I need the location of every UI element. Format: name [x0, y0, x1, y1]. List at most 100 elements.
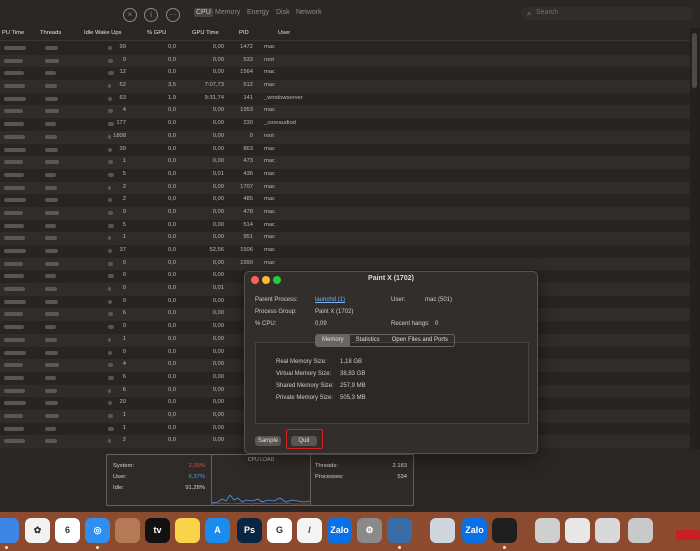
table-row[interactable]: 5 0,0 0,01 436 mac — [0, 168, 690, 182]
preview-app-icon[interactable] — [430, 518, 455, 543]
notes-app-icon[interactable] — [175, 518, 200, 543]
idle-wake-ups-cell: 4 — [122, 361, 126, 368]
redacted-cell — [108, 185, 111, 190]
scrollbar-thumb[interactable] — [692, 33, 697, 88]
header-threads[interactable]: Threads — [40, 30, 61, 36]
pid-cell: 473 — [243, 158, 253, 165]
table-row[interactable]: 1 0,0 0,00 951 mac — [0, 232, 690, 245]
redacted-cell — [45, 312, 59, 317]
info-icon[interactable]: i — [144, 8, 158, 22]
header-cpu-time[interactable]: PU Time — [2, 30, 24, 36]
cpu-summary-panel: System: 2,36% User: 6,37% Idle: 91,28% C… — [106, 454, 414, 506]
redacted-cell — [45, 413, 59, 418]
tab-cpu[interactable]: CPU — [194, 8, 213, 17]
zalo-2-app-icon[interactable]: Zalo — [462, 518, 487, 543]
pages-app-icon[interactable]: / — [297, 518, 322, 543]
redacted-cell — [45, 439, 57, 444]
parent-process-link[interactable]: launchd (1) — [315, 297, 345, 303]
finder-app-icon[interactable] — [0, 518, 19, 543]
system-settings-app-icon[interactable]: ⚙ — [357, 518, 382, 543]
redacted-cell — [108, 147, 112, 152]
table-row[interactable]: 99 0,0 0,00 1472 mac — [0, 42, 690, 55]
tab-network[interactable]: Network — [296, 9, 322, 16]
photos-app-icon[interactable]: ✿ — [25, 518, 50, 543]
table-row[interactable]: 0 0,0 0,00 1990 mac — [0, 257, 690, 271]
photoshop-app-icon[interactable]: Ps — [237, 518, 262, 543]
header-gpu-time[interactable]: GPU Time — [192, 30, 219, 36]
header-pid[interactable]: PID — [239, 30, 249, 36]
redacted-cell — [4, 198, 26, 203]
user-cell: mac — [264, 145, 275, 152]
table-row[interactable]: 5 0,0 0,00 514 mac — [0, 219, 690, 233]
table-row[interactable]: 0 0,0 0,00 478 mac — [0, 206, 690, 220]
table-row[interactable]: 1 0,0 0,00 473 mac — [0, 156, 690, 169]
close-icon[interactable]: × — [123, 8, 137, 22]
redacted-cell — [4, 337, 25, 342]
gpu-percent-cell: 0,0 — [167, 348, 176, 355]
coccoc-app-icon[interactable]: G — [267, 518, 292, 543]
gpu-percent-cell: 0,0 — [167, 170, 176, 177]
redacted-cell — [108, 134, 111, 139]
downloads-app-icon[interactable] — [535, 518, 560, 543]
redacted-cell — [4, 388, 25, 393]
virtual-memory-label: Virtual Memory Size: — [276, 371, 332, 377]
redacted-cell — [4, 84, 25, 89]
idle-wake-ups-cell: 37 — [119, 247, 126, 253]
table-row[interactable]: 37 0,0 52,56 1506 mac — [0, 245, 690, 258]
gpu-percent-cell: 0,0 — [167, 323, 176, 330]
pid-cell: 1472 — [240, 44, 253, 50]
window-titlebar[interactable]: Paint X (1702) — [245, 272, 537, 288]
zalo-app-icon[interactable]: Zalo — [327, 518, 352, 543]
tab-inspector-statistics[interactable]: Statistics — [350, 335, 386, 346]
app-store-app-icon[interactable]: A — [205, 518, 230, 543]
tab-disk[interactable]: Disk — [276, 9, 290, 16]
recent-hangs-value: 0 — [435, 321, 439, 327]
tab-inspector-open-files[interactable]: Open Files and Ports — [386, 335, 454, 346]
pid-cell: 533 — [243, 56, 253, 63]
paint-x-app-icon[interactable] — [387, 518, 412, 543]
idle-wake-ups-cell: 6 — [122, 310, 126, 317]
header-idle-wake-ups[interactable]: Idle Wake Ups — [84, 30, 121, 36]
redacted-cell — [108, 71, 114, 76]
document-app-icon[interactable] — [565, 518, 590, 543]
user-cell: mac — [264, 196, 275, 203]
redacted-cell — [4, 46, 26, 50]
header-user[interactable]: User — [278, 30, 290, 36]
trash-app-icon[interactable] — [628, 518, 653, 543]
gpu-time-cell: 0,00 — [212, 44, 224, 50]
calendar-app-icon[interactable]: 6 — [55, 518, 80, 543]
table-row[interactable]: 62 3,5 7:07,73 512 mac — [0, 80, 690, 93]
gpu-percent-cell: 1,9 — [167, 94, 176, 101]
screenshot-app-icon[interactable] — [595, 518, 620, 543]
app-app-icon[interactable] — [115, 518, 140, 543]
tab-memory[interactable]: Memory — [215, 9, 240, 16]
activity-monitor-app-icon[interactable] — [492, 518, 517, 543]
search-input[interactable]: ⌕ Search — [522, 7, 692, 20]
table-scrollbar[interactable] — [690, 28, 700, 449]
table-row[interactable]: 12 0,0 0,00 1564 mac — [0, 67, 690, 81]
redacted-cell — [4, 109, 23, 114]
redacted-cell — [4, 160, 23, 165]
gpu-percent-cell: 0,0 — [167, 399, 176, 406]
redacted-cell — [108, 388, 111, 393]
safari-app-icon[interactable]: ◎ — [85, 518, 110, 543]
table-row[interactable]: 177 0,0 0,00 230 _coreaudiod — [0, 118, 690, 131]
gpu-time-cell: 0,00 — [212, 107, 224, 114]
table-row[interactable]: 30 0,0 0,00 863 mac — [0, 143, 690, 157]
tab-energy[interactable]: Energy — [247, 9, 269, 16]
pid-cell: 1506 — [240, 247, 253, 253]
idle-wake-ups-cell: 62 — [119, 82, 126, 89]
sample-button[interactable]: Sample — [255, 436, 281, 446]
table-row[interactable]: 2 0,0 0,00 1707 mac — [0, 181, 690, 195]
more-icon[interactable]: ··· — [166, 8, 180, 22]
gpu-time-cell: 0,00 — [212, 132, 224, 139]
table-row[interactable]: 4 0,0 0,00 1953 mac — [0, 105, 690, 119]
header-gpu[interactable]: % GPU — [147, 30, 166, 36]
table-row[interactable]: 2 0,0 0,00 485 mac — [0, 194, 690, 207]
tab-inspector-memory[interactable]: Memory — [316, 335, 350, 346]
table-row[interactable]: 0 0,0 0,00 533 root — [0, 54, 690, 68]
apple-tv-app-icon[interactable]: tv — [145, 518, 170, 543]
process-group-label: Process Group: — [255, 309, 297, 315]
table-row[interactable]: 1808 0,0 0,00 0 root — [0, 130, 690, 144]
table-row[interactable]: 63 1,9 9:31,74 141 _windowserver — [0, 92, 690, 106]
